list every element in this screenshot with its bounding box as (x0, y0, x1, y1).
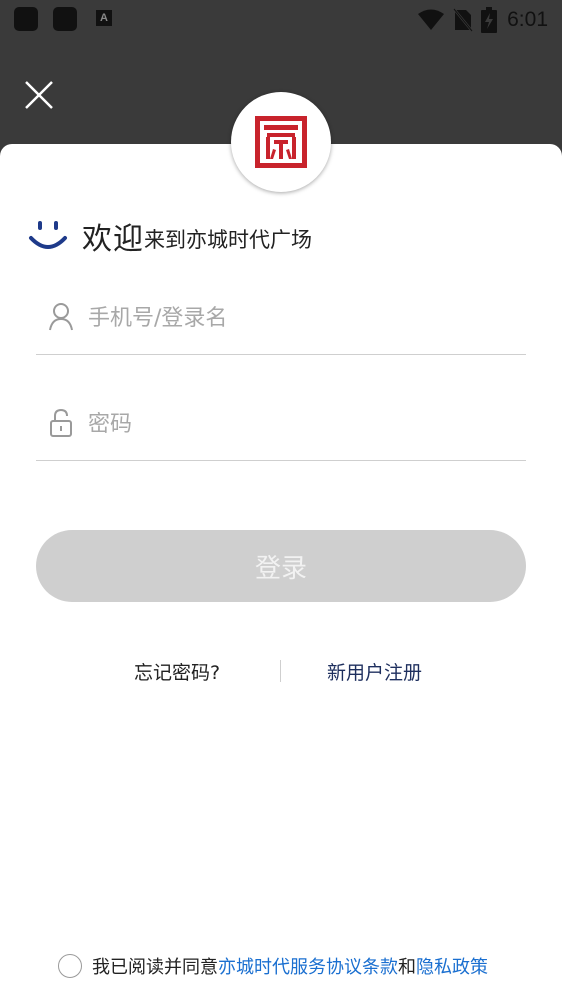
agreement-text: 我已阅读并同意亦城时代服务协议条款和隐私政策 (92, 953, 488, 979)
status-time: 6:01 (507, 8, 548, 31)
password-field[interactable] (36, 390, 526, 461)
wifi-icon (418, 9, 445, 30)
smile-icon (29, 221, 67, 249)
phone-input[interactable] (86, 298, 520, 338)
welcome-title: 欢迎 (82, 222, 144, 257)
password-input[interactable] (86, 404, 520, 444)
app-logo (231, 92, 331, 192)
links-divider (280, 660, 281, 682)
forgot-password-link[interactable]: 忘记密码? (134, 658, 220, 685)
phone-field[interactable] (36, 284, 526, 355)
agreement-row: 我已阅读并同意亦城时代服务协议条款和隐私政策 (58, 952, 488, 980)
welcome-subtitle: 来到亦城时代广场 (144, 228, 312, 252)
privacy-policy-link[interactable]: 隐私政策 (416, 957, 488, 978)
welcome-heading: 欢迎 来到亦城时代广场 (28, 214, 312, 258)
yicheng-logo-icon (255, 116, 307, 168)
close-button[interactable] (22, 78, 56, 112)
terms-link[interactable]: 亦城时代服务协议条款 (218, 957, 398, 978)
a-notification-icon: A (96, 10, 112, 26)
agreement-prefix: 我已阅读并同意 (92, 957, 218, 978)
battery-charging-icon (481, 7, 498, 33)
lock-icon (50, 408, 72, 437)
register-link[interactable]: 新用户注册 (327, 658, 422, 685)
agree-checkbox[interactable] (58, 954, 82, 978)
agreement-and: 和 (398, 957, 416, 978)
app-notification-icon (14, 7, 38, 31)
auth-links: 忘记密码? 新用户注册 (0, 654, 562, 688)
login-button[interactable]: 登录 (36, 530, 526, 602)
app-notification-icon (53, 7, 77, 31)
no-sim-icon (453, 8, 474, 32)
status-bar: A 6:01 (0, 0, 562, 40)
close-icon (25, 81, 53, 109)
user-icon (49, 303, 73, 331)
